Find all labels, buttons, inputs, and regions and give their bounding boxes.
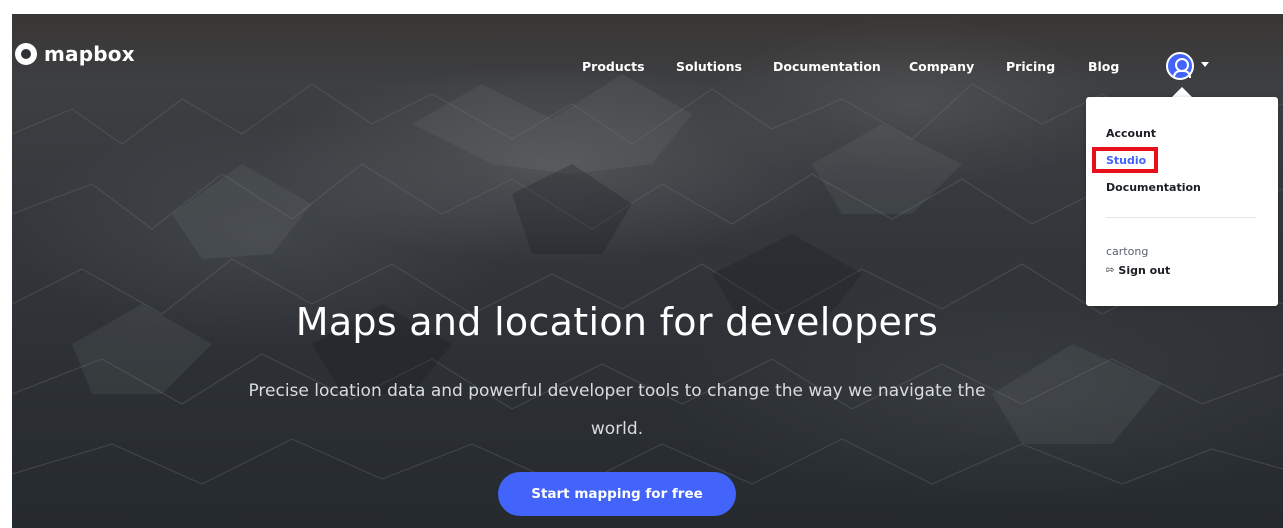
user-avatar-button[interactable] (1166, 52, 1194, 80)
username-label: cartong (1106, 245, 1149, 258)
menu-item-studio[interactable]: Studio (1106, 154, 1146, 167)
mapbox-logo-icon (15, 43, 37, 65)
nav-products[interactable]: Products (582, 59, 645, 74)
account-dropdown-menu: Account Studio Documentation cartong ⇰ S… (1086, 97, 1278, 306)
nav-company[interactable]: Company (909, 59, 974, 74)
mapbox-logo[interactable]: mapbox (15, 39, 135, 69)
user-icon-body (1173, 70, 1191, 78)
nav-pricing[interactable]: Pricing (1006, 59, 1055, 74)
dropdown-pointer (1172, 87, 1192, 97)
menu-item-account[interactable]: Account (1106, 127, 1156, 140)
nav-solutions[interactable]: Solutions (676, 59, 742, 74)
menu-item-documentation[interactable]: Documentation (1106, 181, 1201, 194)
sign-out-link[interactable]: ⇰ Sign out (1106, 264, 1170, 277)
chevron-down-icon[interactable] (1201, 62, 1209, 67)
nav-blog[interactable]: Blog (1088, 59, 1119, 74)
logo-wordmark: mapbox (44, 42, 135, 66)
sign-out-label: Sign out (1118, 264, 1171, 277)
hero-subtitle: Precise location data and powerful devel… (248, 381, 986, 439)
hero-title: Maps and location for developers (295, 300, 939, 344)
start-mapping-button[interactable]: Start mapping for free (498, 472, 736, 516)
sign-out-icon: ⇰ (1106, 265, 1115, 276)
nav-documentation[interactable]: Documentation (773, 59, 881, 74)
menu-divider (1106, 217, 1256, 218)
page: mapbox Products Solutions Documentation … (0, 0, 1283, 528)
